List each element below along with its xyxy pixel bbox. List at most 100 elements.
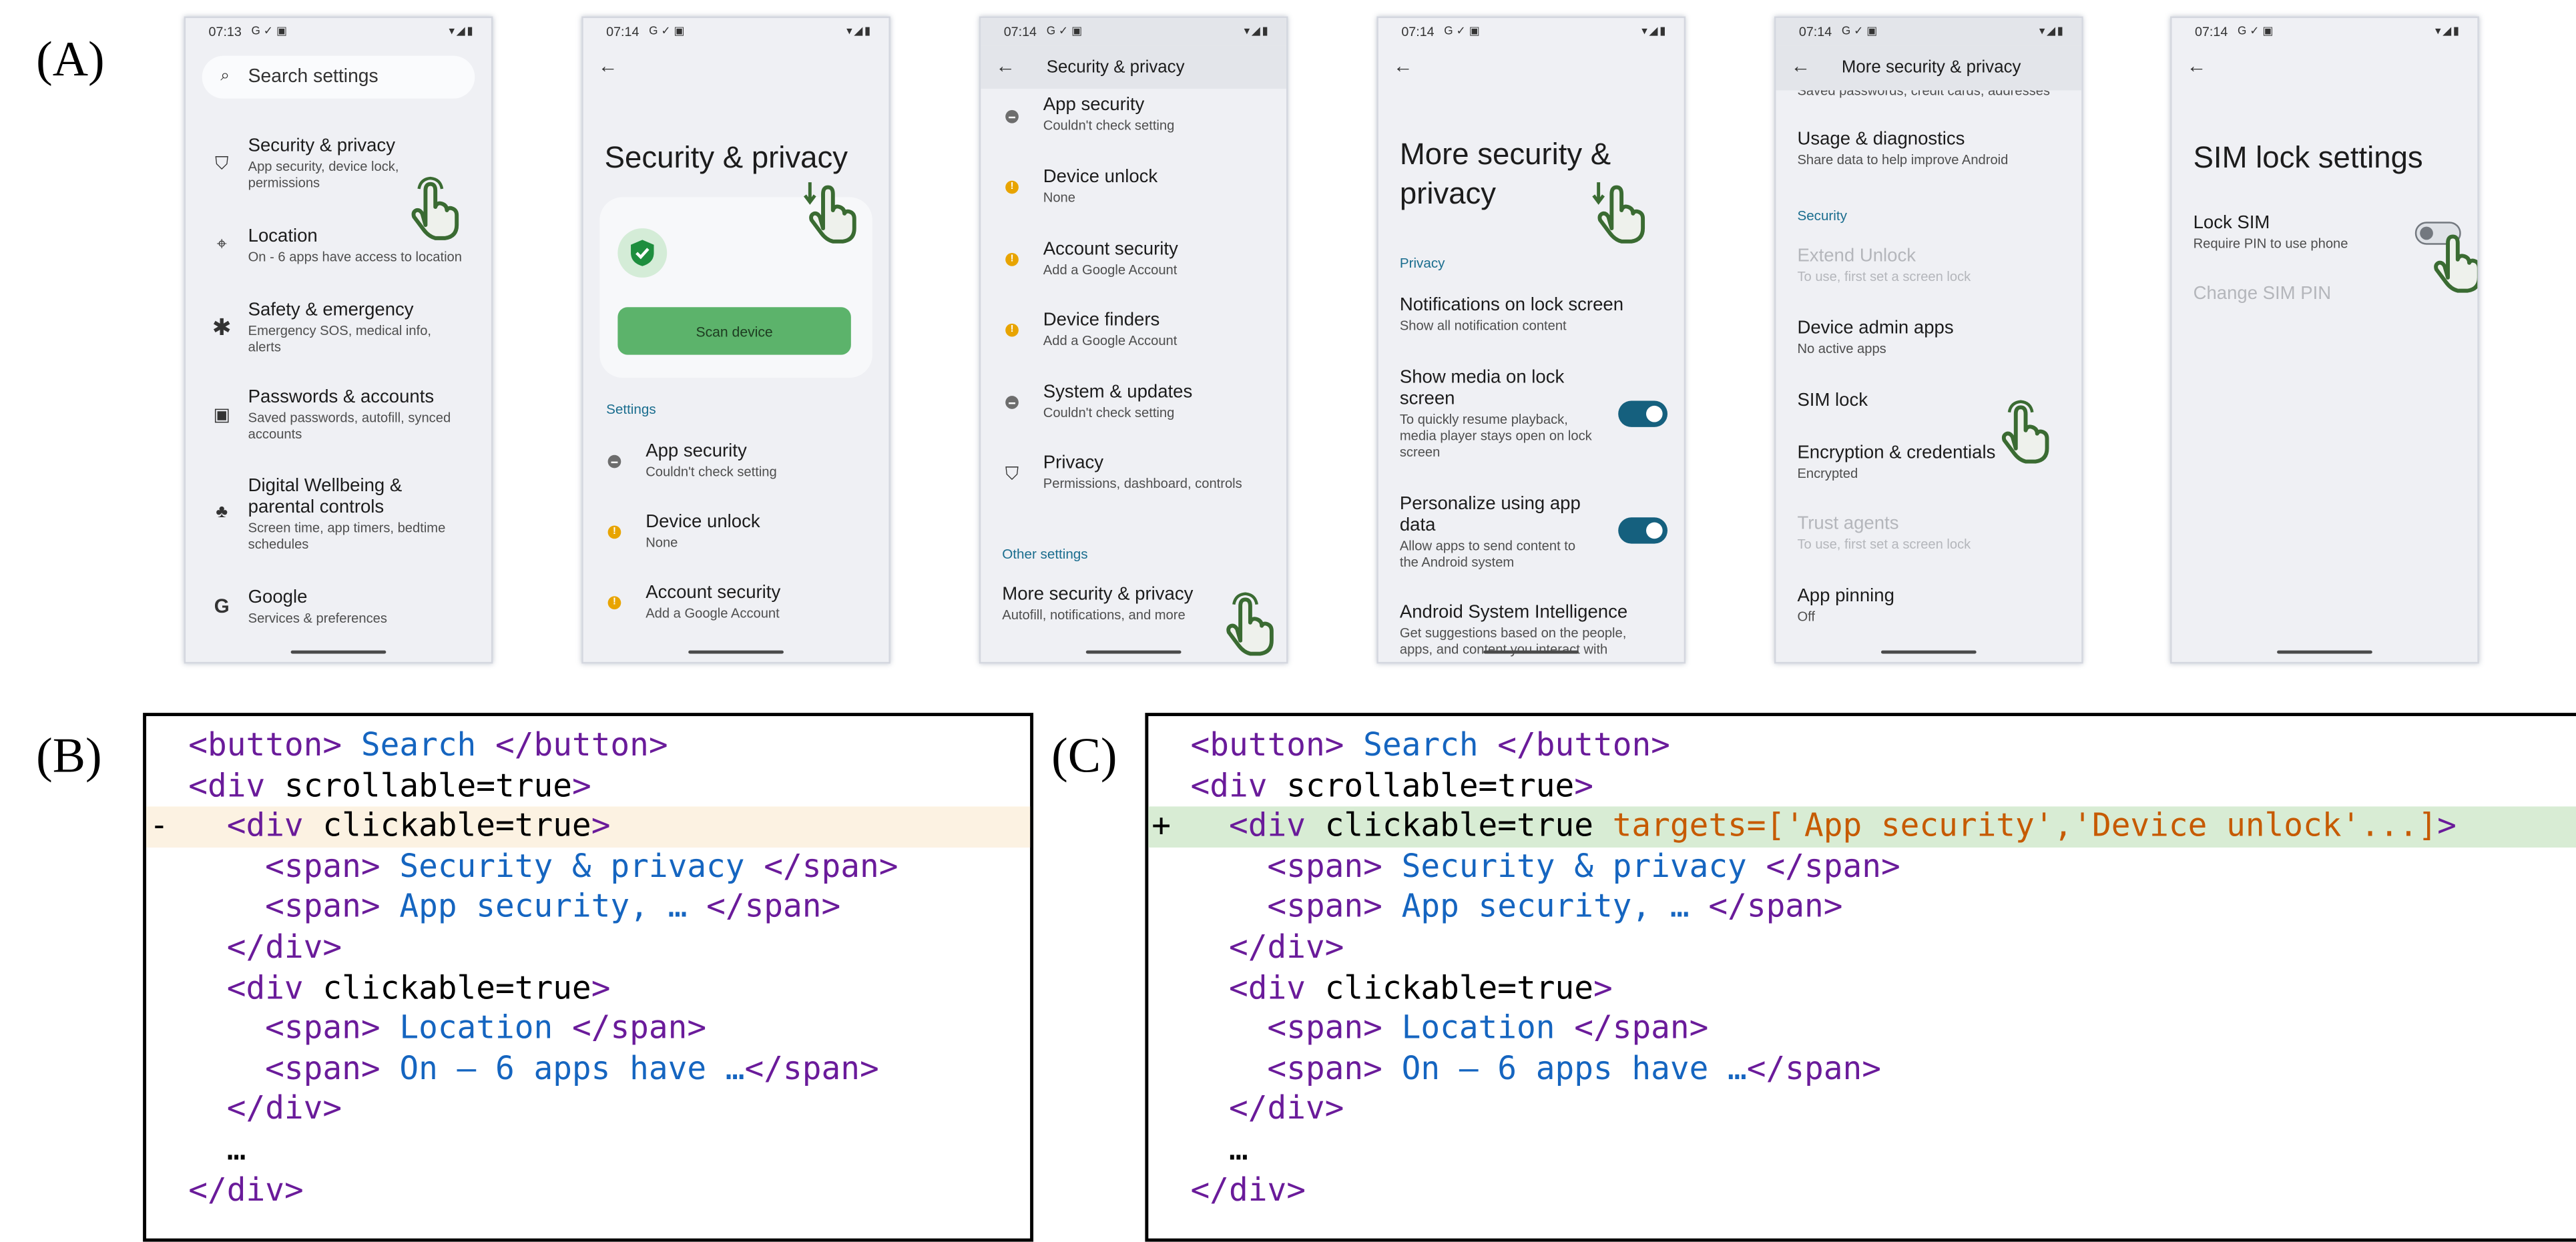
item-title: Security & privacy — [248, 136, 395, 156]
item-title: Android System Intelligence — [1399, 603, 1628, 623]
code-tag: span — [802, 847, 879, 886]
code-tag: span — [1804, 847, 1881, 886]
status-time: 07:14 — [1798, 24, 1832, 40]
code-tag: </ — [1689, 887, 1747, 926]
item-subtitle: Show all notification content — [1399, 318, 1567, 334]
code-tag: > — [591, 968, 611, 1006]
phone-screen-more-security-scrolled: Saved passwords, credit cards, addresses… — [1774, 16, 2083, 664]
home-indicator — [688, 650, 784, 654]
code-line: <span> App security, … </span> — [146, 888, 1030, 928]
scan-device-button[interactable]: Scan device — [617, 307, 851, 355]
diff-marker — [1151, 766, 1172, 807]
code-line: <span> Location </span> — [1148, 1009, 2576, 1050]
diff-marker — [150, 726, 170, 767]
code-tag: > — [1363, 1008, 1402, 1047]
code-tag: div — [265, 928, 323, 966]
code-tag: div — [1210, 766, 1268, 804]
code-targets-attr: targets=['App security','Device unlock'.… — [1612, 806, 2438, 845]
warning-circle-icon: ! — [607, 525, 621, 539]
code-tag: < — [1267, 1049, 1287, 1087]
phone-screen-security-privacy-scrolled: 07:14 G ✓ ▣ ▾◢▮ ← Security & privacy App… — [979, 16, 1288, 664]
code-tag: < — [1228, 968, 1248, 1006]
item-title: Notifications on lock screen — [1399, 295, 1624, 316]
item-subtitle: To quickly resume playback, media player… — [1399, 412, 1592, 460]
diff-marker — [150, 1171, 170, 1211]
code-line: <div scrollable=true> — [1148, 766, 2576, 807]
code-tag: span — [610, 1008, 688, 1047]
item-subtitle: Require PIN to use phone — [2193, 236, 2348, 252]
code-line: <span> On – 6 apps have …</span> — [146, 1049, 1030, 1090]
code-text: Security & privacy — [399, 847, 745, 886]
code-tag: < — [226, 806, 246, 845]
phone-screen-sim-lock: 07:14 G ✓ ▣ ▾◢▮ ← SIM lock settings Lock… — [2170, 16, 2479, 664]
back-arrow-icon[interactable]: ← — [995, 56, 1015, 76]
status-time: 07:13 — [208, 24, 242, 40]
code-text: App security, … — [1401, 887, 1690, 926]
back-arrow-icon[interactable]: ← — [2187, 56, 2207, 76]
diff-marker: - — [149, 806, 169, 845]
item-title: Device finders — [1043, 310, 1160, 330]
code-tag: </ — [1478, 725, 1536, 764]
item-title: Account security — [646, 583, 781, 603]
item-subtitle: Couldn't check setting — [1043, 405, 1175, 421]
status-notification-icons: G ✓ ▣ — [1841, 26, 1878, 38]
code-line: <span> Location </span> — [146, 1009, 1030, 1050]
diff-marker — [1151, 726, 1172, 767]
code-tag: > — [687, 1008, 707, 1047]
item-title: Lock SIM — [2193, 213, 2270, 234]
back-arrow-icon[interactable]: ← — [1791, 56, 1811, 76]
diff-marker — [1151, 1090, 1172, 1131]
code-tag: div — [226, 1170, 284, 1209]
item-title: Device admin apps — [1797, 318, 1954, 338]
search-settings-bar[interactable]: ⌕ Search settings — [202, 55, 475, 99]
code-line: </div> — [1148, 1090, 2576, 1131]
item-subtitle: Add a Google Account — [1043, 262, 1178, 278]
code-line: <span> App security, … </span> — [1148, 888, 2576, 928]
code-attr: scrollable=true — [265, 766, 572, 804]
status-system-icons: ▾◢▮ — [449, 26, 475, 38]
code-tag: > — [591, 806, 611, 845]
status-bar: 07:14 G ✓ ▣ ▾◢▮ — [1378, 18, 1684, 46]
show-media-toggle[interactable] — [1618, 400, 1668, 427]
code-tag: > — [878, 847, 898, 886]
code-tag: > — [2437, 806, 2457, 845]
diff-marker — [1151, 847, 1172, 888]
status-system-icons: ▾◢▮ — [846, 26, 872, 38]
item-title: Device unlock — [646, 512, 760, 533]
code-tag: > — [571, 766, 591, 804]
code-panel-after: <button> Search </button> <div scrollabl… — [1145, 713, 2576, 1242]
code-tag: button — [1210, 725, 1325, 764]
scroll-hand-icon — [803, 182, 856, 244]
status-notification-icons: G ✓ ▣ — [1046, 26, 1083, 38]
code-tag: < — [188, 766, 208, 804]
code-tag: < — [1267, 847, 1287, 886]
code-tag: > — [360, 1049, 400, 1087]
code-tag: span — [1286, 847, 1364, 886]
phone-screen-more-security-privacy: 07:14 G ✓ ▣ ▾◢▮ ← More security & privac… — [1376, 16, 1686, 664]
home-indicator — [290, 650, 387, 654]
code-text: On – 6 apps have … — [1401, 1049, 1747, 1087]
code-tag: > — [322, 928, 342, 966]
code-line: </div> — [1148, 1171, 2576, 1211]
code-tag: < — [1228, 806, 1248, 845]
back-arrow-icon[interactable]: ← — [598, 56, 618, 76]
code-tag: div — [265, 1089, 323, 1128]
back-arrow-icon[interactable]: ← — [1393, 56, 1413, 76]
code-text: Search — [1363, 725, 1479, 764]
code-tag: span — [1746, 887, 1824, 926]
code-tag: > — [322, 1089, 342, 1128]
personalize-toggle[interactable] — [1618, 517, 1668, 544]
tap-hand-icon — [2434, 234, 2478, 293]
code-tag: < — [265, 847, 284, 886]
code-tag: </ — [188, 1170, 227, 1209]
code-tag: > — [1862, 1049, 1881, 1087]
code-tag: div — [1248, 968, 1306, 1006]
panel-label-c: (C) — [1051, 729, 1117, 784]
code-tag: < — [226, 968, 246, 1006]
code-tag: button — [208, 725, 323, 764]
top-app-bar: ← More security & privacy — [1776, 45, 2082, 91]
